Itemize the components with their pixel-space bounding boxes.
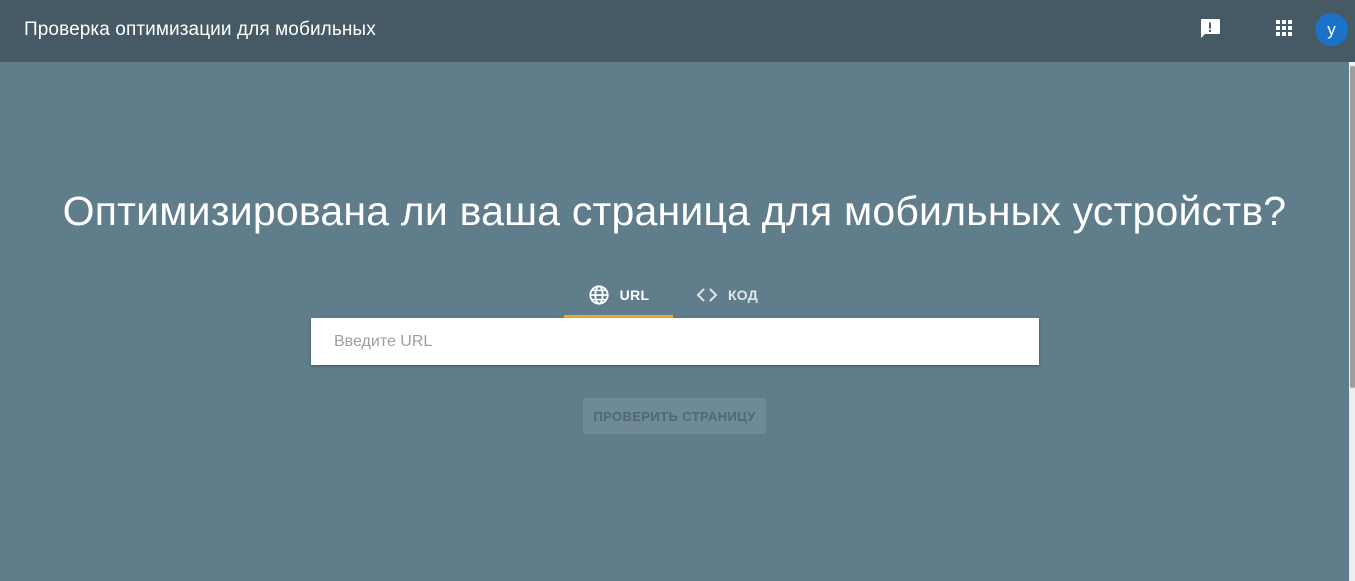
apps-grid-icon [1274, 18, 1294, 43]
tab-url-label: URL [619, 287, 650, 303]
account-avatar[interactable]: у [1315, 13, 1348, 46]
app-title: Проверка оптимизации для мобильных [24, 19, 376, 40]
feedback-icon [1198, 16, 1222, 45]
globe-icon [588, 284, 610, 306]
tab-code[interactable]: КОД [673, 272, 781, 318]
top-app-bar: Проверка оптимизации для мобильных у [0, 0, 1355, 62]
apps-button[interactable] [1270, 16, 1298, 44]
feedback-button[interactable] [1196, 15, 1224, 45]
check-page-button[interactable]: ПРОВЕРИТЬ СТРАНИЦУ [583, 398, 766, 434]
code-icon [696, 286, 718, 304]
scrollbar-thumb[interactable] [1350, 66, 1355, 388]
tab-url[interactable]: URL [564, 272, 673, 318]
tab-code-label: КОД [727, 287, 759, 303]
url-input[interactable] [311, 318, 1039, 365]
input-mode-tabs: URL КОД [564, 272, 781, 318]
page-headline: Оптимизирована ли ваша страница для моби… [62, 188, 1287, 234]
